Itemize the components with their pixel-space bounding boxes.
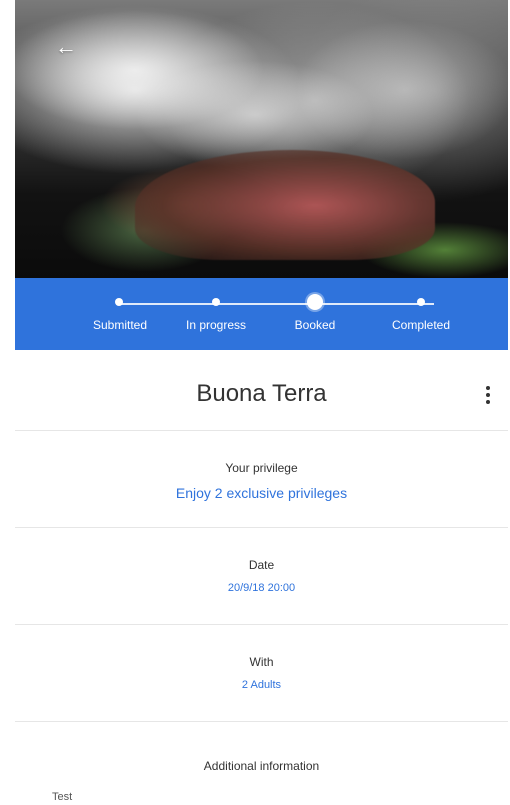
guests-section: With 2 Adults bbox=[15, 625, 508, 722]
additional-info-label: Additional information bbox=[203, 759, 320, 773]
hero-steam bbox=[295, 20, 508, 160]
more-vertical-icon bbox=[486, 386, 490, 390]
privilege-label: Your privilege bbox=[225, 461, 298, 475]
date-label: Date bbox=[248, 558, 275, 572]
booking-status-tracker: Submitted In progress Booked Completed bbox=[15, 278, 508, 350]
hero-image: ← bbox=[15, 0, 508, 278]
step-dot-in-progress bbox=[212, 298, 220, 306]
hero-food bbox=[135, 150, 435, 260]
more-vertical-icon bbox=[486, 400, 490, 404]
step-label-completed: Completed bbox=[391, 318, 451, 332]
guests-value[interactable]: 2 Adults bbox=[15, 679, 508, 691]
date-section: Date 20/9/18 20:00 bbox=[15, 528, 508, 625]
date-value: 20/9/18 20:00 bbox=[227, 582, 296, 594]
additional-info-text: Test bbox=[52, 791, 73, 803]
step-dot-submitted bbox=[115, 298, 123, 306]
step-label-submitted: Submitted bbox=[92, 318, 148, 332]
more-vertical-icon bbox=[486, 393, 490, 397]
back-button[interactable]: ← bbox=[49, 30, 83, 64]
step-label-booked: Booked bbox=[294, 318, 336, 332]
step-label-in-progress: In progress bbox=[185, 318, 247, 332]
privilege-section: Your privilege Enjoy 2 exclusive privile… bbox=[15, 431, 508, 528]
more-options-button[interactable] bbox=[482, 384, 494, 406]
restaurant-header: Buona Terra bbox=[15, 350, 508, 431]
additional-info-section: Additional information Test bbox=[15, 743, 508, 805]
guests-label: With bbox=[249, 655, 274, 669]
arrow-left-icon: ← bbox=[55, 34, 77, 59]
privilege-link[interactable]: Enjoy 2 exclusive privileges bbox=[15, 485, 508, 501]
status-track-line bbox=[119, 303, 434, 305]
step-dot-booked bbox=[307, 294, 323, 310]
step-dot-completed bbox=[417, 298, 425, 306]
restaurant-name: Buona Terra bbox=[196, 380, 327, 407]
